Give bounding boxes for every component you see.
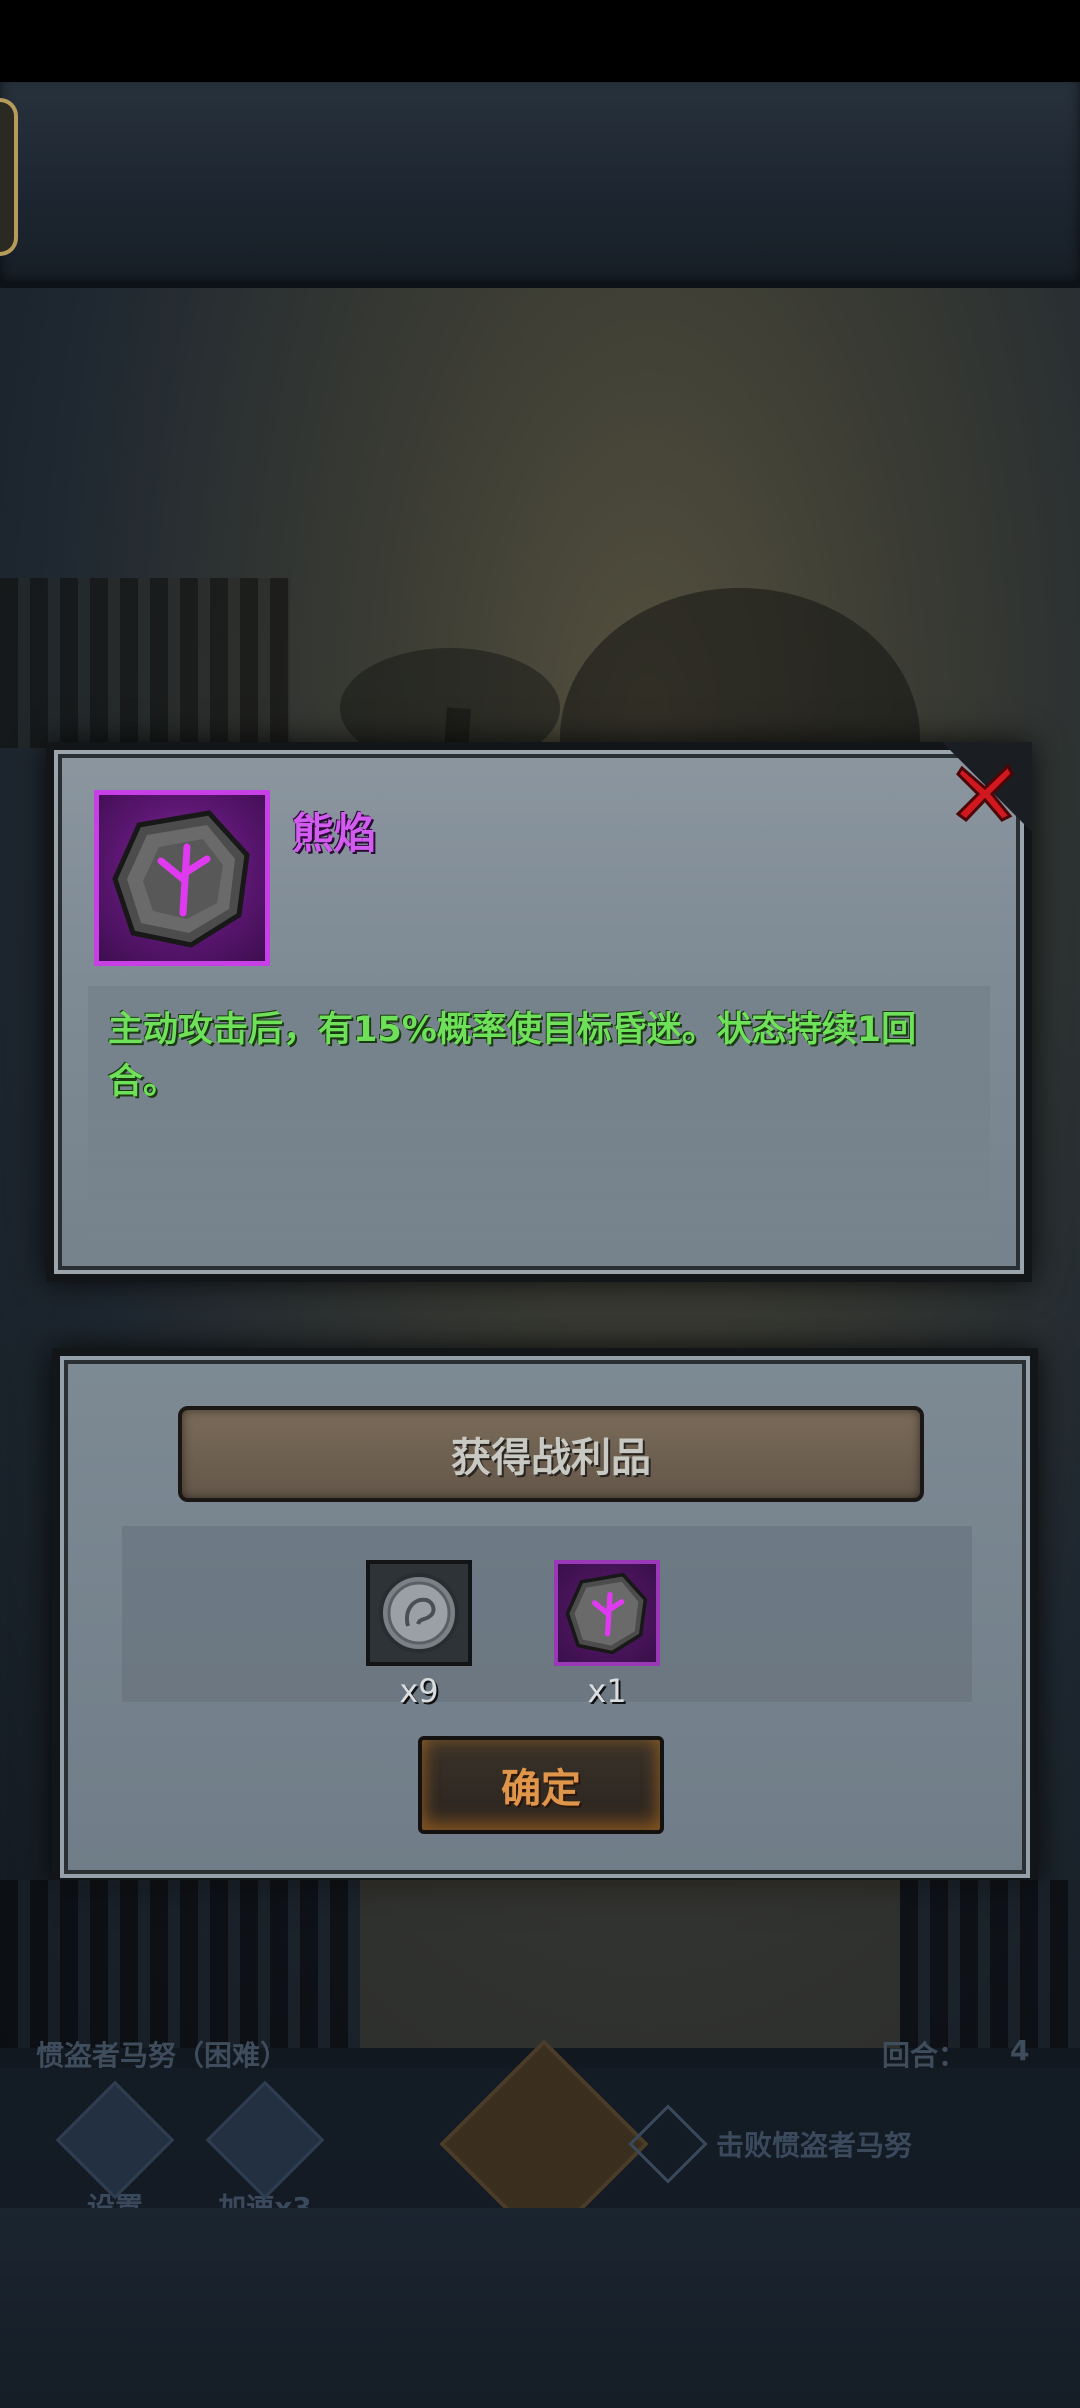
speed-button[interactable]: 加速x3	[200, 2080, 330, 2226]
item-icon-frame	[94, 790, 270, 966]
confirm-button[interactable]: 确定	[418, 1736, 664, 1834]
objective: 击败惯盗者马努	[628, 2104, 913, 2184]
fence-decoration-bottom-right	[900, 1880, 1080, 2050]
loot-count-rune: x1	[587, 1672, 627, 1710]
item-name: 熊焰	[292, 809, 377, 858]
battlefield-floor	[360, 1880, 900, 2050]
fast-forward-icon	[205, 2080, 325, 2200]
rune-stone-icon	[112, 810, 250, 948]
rune-stone-icon	[565, 1572, 648, 1655]
silver-coin-icon	[379, 1573, 459, 1653]
settings-button[interactable]: 设置	[55, 2080, 175, 2226]
top-banner	[0, 82, 1080, 288]
fence-decoration-bottom	[0, 1880, 360, 2050]
gear-icon	[55, 2080, 175, 2200]
loot-title: 获得战利品	[451, 1435, 651, 1481]
round-value: 4	[1010, 2034, 1030, 2067]
stage-name: 惯盗者马努（困难）	[36, 2039, 289, 2072]
corner-badge[interactable]	[0, 98, 18, 256]
round-label: 回合：	[882, 2039, 967, 2072]
item-detail-panel: 熊焰 主动攻击后，有15%概率使目标昏迷。状态持续1回合。	[46, 742, 1032, 1282]
item-description-box: 主动攻击后，有15%概率使目标昏迷。状态持续1回合。	[88, 986, 990, 1240]
fence-decoration	[0, 578, 290, 748]
loot-count-coin: x9	[399, 1672, 439, 1710]
item-description: 主动攻击后，有15%概率使目标昏迷。状态持续1回合。	[108, 1010, 917, 1102]
close-button[interactable]	[946, 754, 1024, 832]
crossed-swords-icon	[628, 2104, 708, 2184]
loot-item-rune[interactable]	[554, 1560, 660, 1666]
loot-items-strip	[122, 1526, 972, 1702]
objective-text: 击败惯盗者马努	[716, 2129, 913, 2162]
loot-title-banner: 获得战利品	[178, 1406, 924, 1502]
status-bar	[0, 0, 1080, 82]
close-x-icon	[955, 763, 1014, 823]
bottom-bar	[0, 2208, 1080, 2408]
confirm-label: 确定	[501, 1766, 581, 1812]
loot-item-coin[interactable]	[366, 1560, 472, 1666]
